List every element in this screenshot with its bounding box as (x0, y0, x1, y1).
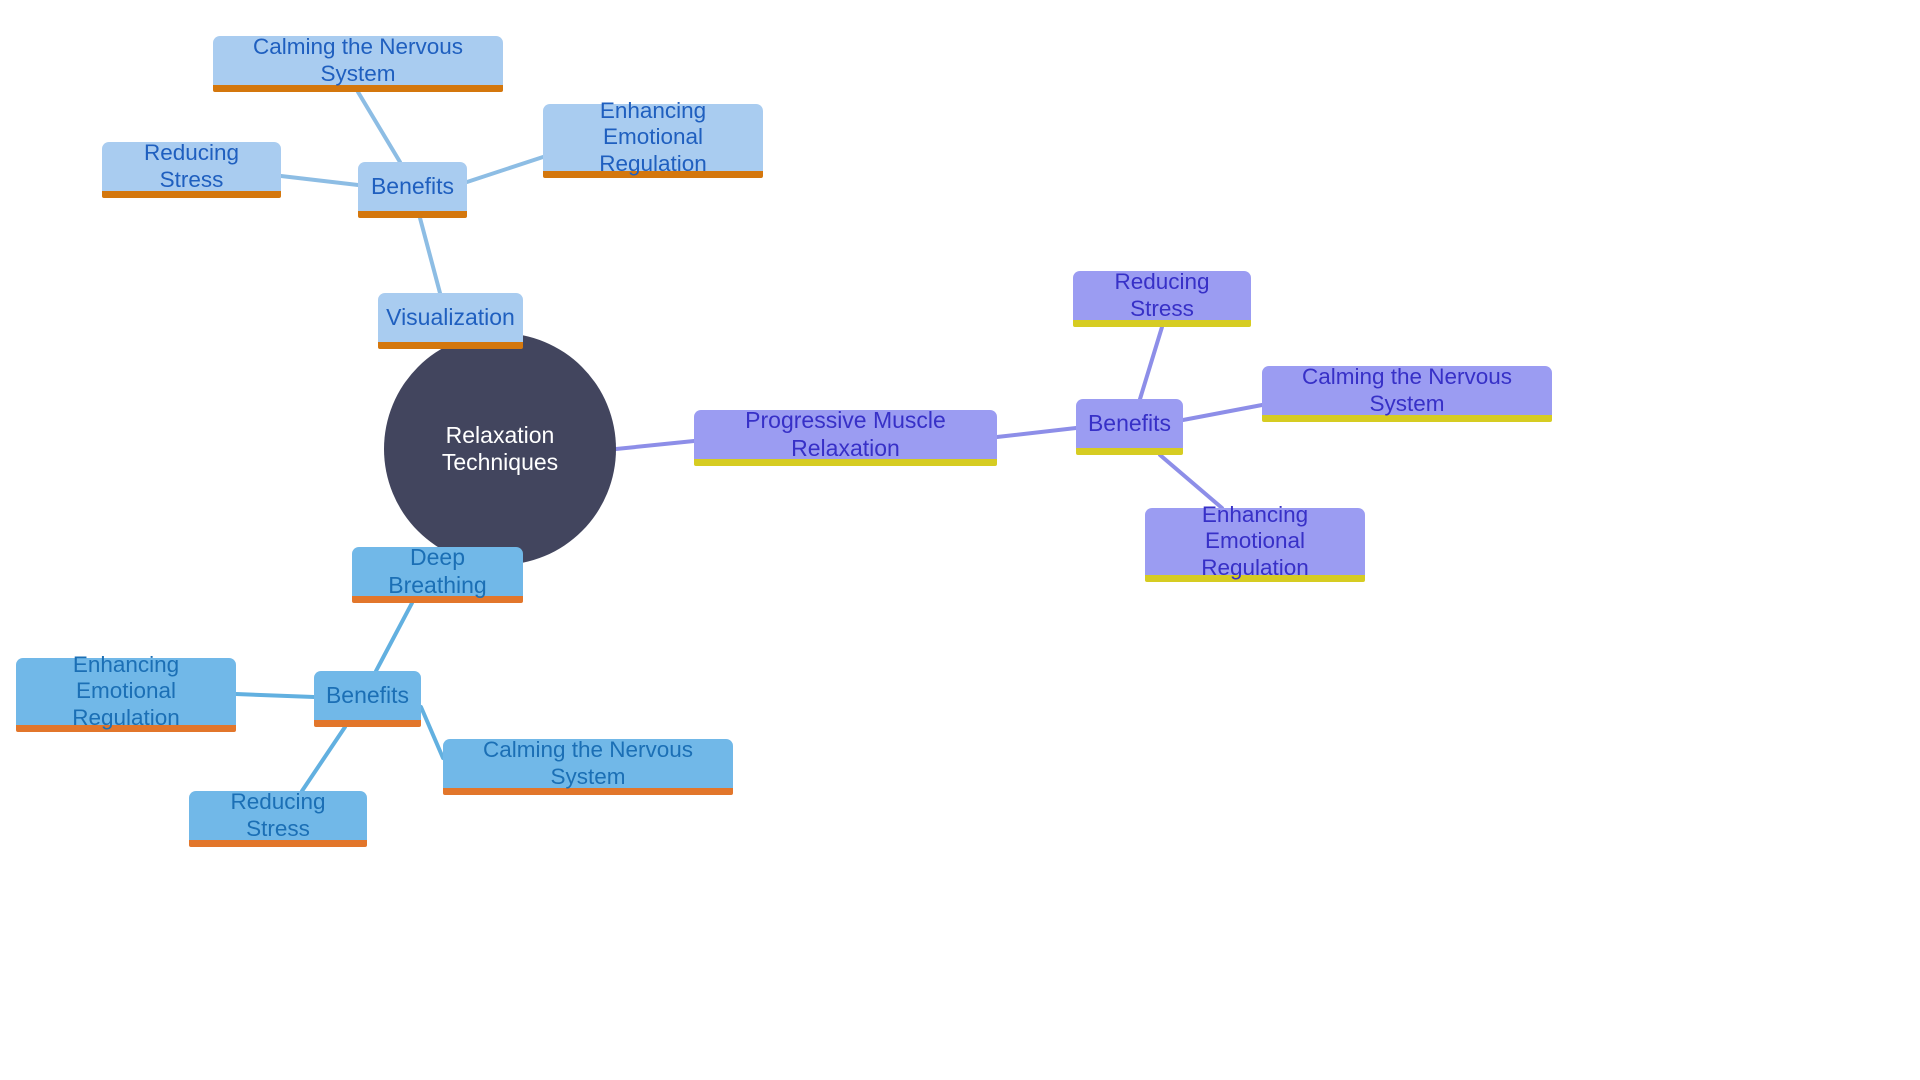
edge-pmr-benefits-to-enhancing-2 (1158, 453, 1224, 510)
edge-visualization-benefits-to-enhancing-1 (465, 155, 545, 184)
benefit-node-visualization-reducing-stress[interactable]: Reducing Stress (102, 140, 281, 198)
benefits-hub-progressive-muscle-relaxation[interactable]: Benefits (1076, 399, 1183, 455)
benefits-hub-deep-breathing[interactable]: Benefits (314, 671, 421, 727)
edge-pmr-benefits-to-calming-2 (1181, 403, 1264, 422)
technique-node-visualization[interactable]: Visualization (378, 293, 523, 349)
edge-pmr-benefits-to-reducing-2 (1138, 325, 1164, 401)
edge-visualization-benefits-to-reducing-1 (279, 174, 360, 187)
technique-node-progressive-muscle-relaxation[interactable]: Progressive Muscle Relaxation (694, 407, 997, 466)
edge-db-benefits-to-enhancing-3 (234, 692, 316, 699)
benefit-node-progressive-muscle-relaxation-enhancing-emotional-regulation[interactable]: Enhancing Emotional Regulation (1145, 502, 1365, 582)
edge-db-benefits-to-reducing-3 (300, 725, 347, 793)
edge-visualization-benefits-to-calming-1 (356, 90, 402, 164)
edge-layer (234, 90, 1264, 793)
benefit-node-deep-breathing-reducing-stress[interactable]: Reducing Stress (189, 789, 367, 847)
benefit-node-progressive-muscle-relaxation-reducing-stress[interactable]: Reducing Stress (1073, 269, 1251, 327)
benefit-node-visualization-calming-the-nervous-system[interactable]: Calming the Nervous System (213, 34, 503, 92)
edge-db-benefits-to-calming-3 (419, 705, 445, 760)
edge-db-technique-to-db-benefits (374, 601, 414, 673)
benefit-node-deep-breathing-enhancing-emotional-regulation[interactable]: Enhancing Emotional Regulation (16, 652, 236, 732)
edge-root-to-pmr-technique (614, 439, 696, 451)
root-node-relaxation-techniques[interactable]: Relaxation Techniques (384, 333, 616, 565)
mind-map-canvas: Relaxation Techniques Visualization Benefi… (0, 0, 1920, 1080)
technique-node-deep-breathing[interactable]: Deep Breathing (352, 544, 523, 603)
benefit-node-progressive-muscle-relaxation-calming-the-nervous-system[interactable]: Calming the Nervous System (1262, 364, 1552, 422)
benefits-hub-visualization[interactable]: Benefits (358, 162, 467, 218)
edge-pmr-technique-to-pmr-benefits (995, 426, 1078, 439)
edge-visualization-technique-to-visualization-benefits (418, 216, 442, 295)
benefit-node-visualization-enhancing-emotional-regulation[interactable]: Enhancing Emotional Regulation (543, 98, 763, 178)
benefit-node-deep-breathing-calming-the-nervous-system[interactable]: Calming the Nervous System (443, 737, 733, 795)
